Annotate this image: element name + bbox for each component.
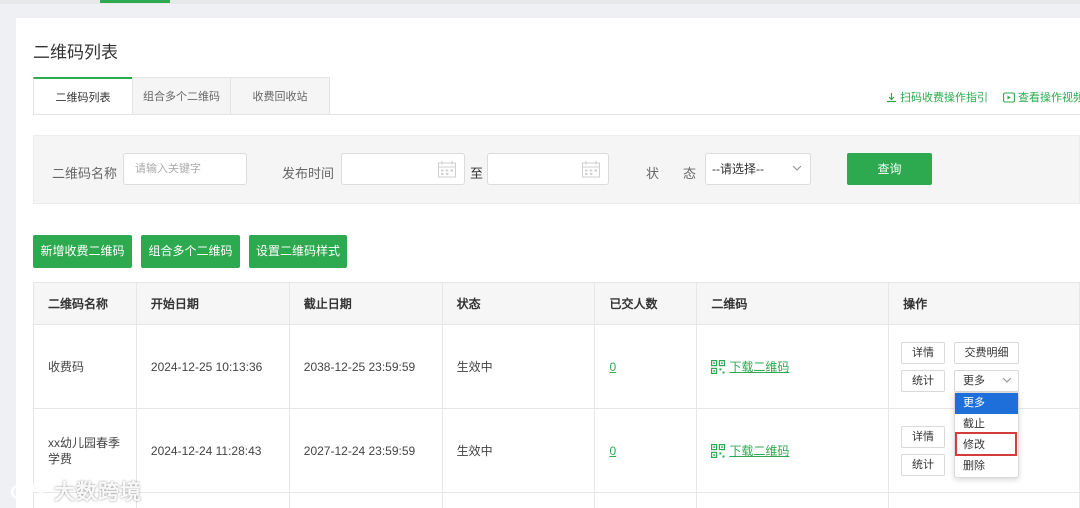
table-row: xx幼儿园春季学费 2024-12-24 11:28:43 2027-12-24…	[33, 408, 1080, 493]
calendar-icon	[582, 161, 600, 178]
watermark-text: 大数跨境	[54, 481, 142, 504]
stats-button[interactable]: 统计	[901, 454, 945, 476]
cell-name: 收费码	[33, 324, 137, 409]
chevron-down-icon	[792, 165, 802, 171]
status-filter-label-2: 态	[683, 166, 697, 181]
stats-button[interactable]: 统计	[901, 370, 945, 392]
tab-recycle-bin[interactable]: 收费回收站	[230, 77, 330, 115]
tab-combine[interactable]: 组合多个二维码	[132, 77, 231, 115]
guide-link-label: 扫码收费操作指引	[900, 92, 988, 104]
col-qr: 二维码	[696, 282, 890, 325]
status-select[interactable]: --请选择--	[705, 153, 811, 185]
cell-empty	[696, 492, 890, 508]
query-button[interactable]: 查询	[847, 153, 932, 185]
qr-style-button[interactable]: 设置二维码样式	[249, 235, 347, 268]
col-paid-count: 已交人数	[594, 282, 698, 325]
add-qr-button[interactable]: 新增收费二维码	[33, 235, 132, 268]
video-link[interactable]: 查看操作视频	[1003, 89, 1080, 105]
detail-button[interactable]: 详情	[901, 426, 945, 448]
page-title: 二维码列表	[33, 43, 118, 62]
tab-qr-list[interactable]: 二维码列表	[33, 77, 133, 115]
tab-bar: 二维码列表 组合多个二维码 收费回收站	[33, 77, 330, 115]
top-bar-accent	[100, 0, 170, 3]
cell-status: 生效中	[441, 408, 596, 493]
table-row: 收费码 2024-12-25 10:13:36 2038-12-25 23:59…	[33, 324, 1080, 409]
qr-code-icon	[711, 359, 726, 374]
cell-qr: 下载二维码	[696, 324, 890, 409]
calendar-icon	[438, 161, 456, 178]
col-status: 状态	[441, 282, 596, 325]
col-name: 二维码名称	[33, 282, 137, 325]
qr-code-icon	[711, 443, 726, 458]
top-bar	[0, 0, 1080, 4]
cell-end: 2038-12-25 23:59:59	[288, 324, 443, 409]
menu-item-more[interactable]: 更多	[955, 393, 1018, 414]
payment-detail-button[interactable]: 交费明细	[954, 342, 1019, 364]
watermark: 大数跨境	[10, 476, 142, 506]
name-filter-input[interactable]: 请输入关键字	[123, 153, 247, 185]
video-link-label: 查看操作视频	[1018, 92, 1080, 104]
name-filter-label: 二维码名称	[52, 166, 118, 181]
cell-start: 2024-12-25 10:13:36	[135, 324, 290, 409]
status-select-value: --请选择--	[712, 162, 764, 176]
table-row	[33, 492, 1080, 508]
cell-status: 生效中	[441, 324, 596, 409]
cell-count: 0	[594, 324, 698, 409]
col-operations: 操作	[888, 282, 1080, 325]
download-qr-link[interactable]: 下载二维码	[729, 358, 789, 375]
detail-button[interactable]: 详情	[901, 342, 945, 364]
menu-item-delete[interactable]: 删除	[955, 456, 1018, 477]
end-date-input[interactable]	[487, 153, 609, 185]
more-dropdown-button[interactable]: 更多	[954, 370, 1019, 392]
status-filter-label-1: 状	[646, 166, 660, 181]
tab-divider	[33, 114, 1080, 115]
paid-count-link[interactable]: 0	[609, 360, 616, 374]
cell-empty	[135, 492, 290, 508]
cell-start: 2024-12-24 11:28:43	[135, 408, 290, 493]
download-qr-link[interactable]: 下载二维码	[729, 442, 789, 459]
cell-empty	[288, 492, 443, 508]
video-icon	[1003, 91, 1015, 103]
cell-empty	[441, 492, 596, 508]
cell-empty	[888, 492, 1080, 508]
paid-count-link[interactable]: 0	[609, 444, 616, 458]
cell-empty	[594, 492, 698, 508]
table-header-row: 二维码名称 开始日期 截止日期 状态 已交人数 二维码 操作	[33, 282, 1080, 325]
date-filter-label: 发布时间	[282, 166, 335, 181]
col-end-date: 截止日期	[288, 282, 443, 325]
cell-count: 0	[594, 408, 698, 493]
date-separator: 至	[470, 166, 484, 181]
cell-end: 2027-12-24 23:59:59	[288, 408, 443, 493]
cell-qr: 下载二维码	[696, 408, 890, 493]
chevron-down-icon	[1002, 377, 1012, 383]
more-label: 更多	[963, 375, 985, 387]
edit-highlight-box	[955, 432, 1017, 456]
start-date-input[interactable]	[341, 153, 465, 185]
watermark-logo-icon	[10, 483, 46, 500]
col-start-date: 开始日期	[135, 282, 290, 325]
combine-qr-button[interactable]: 组合多个二维码	[141, 235, 240, 268]
guide-link[interactable]: 扫码收费操作指引	[886, 89, 988, 105]
download-icon	[887, 92, 896, 102]
name-filter-placeholder: 请输入关键字	[135, 163, 201, 175]
